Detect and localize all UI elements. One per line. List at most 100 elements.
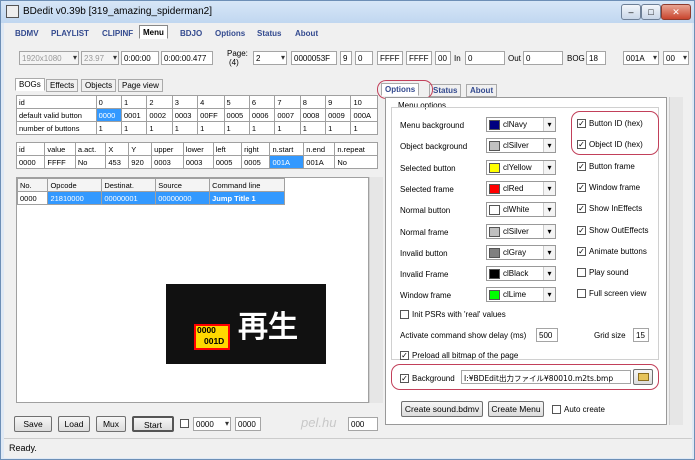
checkbox-box[interactable]: ✓ [577,204,586,214]
chevron-down-icon[interactable]: ▾ [543,288,555,302]
bottom-field-2[interactable]: 000 [348,417,378,431]
column-header[interactable]: Y [128,142,153,156]
column-header[interactable]: 3 [171,95,199,109]
column-header[interactable]: 6 [248,95,276,109]
bottom-select[interactable]: 0000 [193,417,231,431]
table-cell[interactable]: 00000000 [155,191,211,205]
checkbox-box[interactable] [400,310,409,319]
table-cell[interactable]: 0007 [274,108,301,122]
tab-bdjo[interactable]: BDJO [176,26,206,40]
maximize-button[interactable]: □ [641,4,661,20]
init-psrs-checkbox[interactable]: Init PSRs with 'real' values [400,310,506,319]
bog-row[interactable]: number of buttons 1 1 1 1 1 1 1 1 1 1 1 [16,121,378,135]
auto-create-checkbox[interactable]: Auto create [552,405,605,414]
tab-about[interactable]: About [291,26,322,40]
option-checkbox[interactable]: ✓ Show OutEffects [577,225,648,235]
table-cell[interactable]: 21810000 [47,191,103,205]
column-header[interactable]: id [16,95,97,109]
color-select[interactable]: clNavy ▾ [486,117,556,132]
table-cell[interactable]: 00000001 [101,191,157,205]
tab-panel-status[interactable]: Status [429,84,462,97]
color-select[interactable]: clYellow ▾ [486,159,556,175]
field-a[interactable]: 9 [340,51,352,65]
column-header[interactable]: upper [151,142,184,156]
table-cell[interactable]: 1 [197,121,225,135]
page-id-field[interactable]: 0000053F [291,51,337,65]
page-select[interactable]: 2 [253,51,287,65]
tab-menu[interactable]: Menu [139,25,168,39]
chevron-down-icon[interactable]: ▾ [543,267,555,281]
checkbox-box[interactable]: ✓ [577,246,586,256]
bog-table[interactable]: id 0 1 2 3 4 5 6 7 8 9 10 default valid button 0000 0… [16,95,378,135]
table-cell[interactable]: 0000 [16,191,49,205]
table-cell[interactable]: 0000 [15,155,46,169]
column-header[interactable]: right [241,142,271,156]
table-cell[interactable]: 1 [325,121,352,135]
tab-bdmv[interactable]: BDMV [11,26,43,40]
table-cell[interactable]: default valid button [16,108,97,122]
table-cell[interactable]: 0000 [95,108,123,122]
load-button[interactable]: Load [58,416,90,432]
checkbox-box[interactable] [577,289,586,299]
column-header[interactable]: 1 [120,95,148,109]
field-c[interactable]: FFFF [377,51,403,65]
table-cell[interactable]: 1 [171,121,199,135]
chevron-down-icon[interactable]: ▾ [543,203,555,217]
table-cell[interactable]: 001A [269,155,305,169]
table-cell[interactable]: 1 [146,121,173,135]
close-button[interactable]: ✕ [661,4,691,20]
column-header[interactable]: Source [155,178,211,192]
table-cell[interactable]: FFFF [44,155,76,169]
column-header[interactable]: n.repeat [334,142,378,156]
checkbox-box[interactable]: ✓ [400,351,409,360]
color-select[interactable]: clSilver ▾ [486,223,556,239]
out-field[interactable]: 0 [523,51,563,65]
tab-status[interactable]: Status [253,26,285,40]
table-cell[interactable]: 1 [274,121,301,135]
mux-button[interactable]: Mux [96,416,126,432]
framerate-select[interactable]: 23.97 [81,51,119,65]
column-header[interactable]: Opcode [47,178,103,192]
object-id-select[interactable]: 00 [663,51,689,65]
bog-field[interactable]: 18 [586,51,606,65]
option-checkbox[interactable]: Full screen view [577,289,646,299]
column-header[interactable]: lower [182,142,214,156]
table-cell[interactable]: 1 [248,121,276,135]
column-header[interactable]: 2 [146,95,173,109]
chevron-down-icon[interactable]: ▾ [543,245,555,259]
in-field[interactable]: 0 [465,51,505,65]
chevron-down-icon[interactable]: ▾ [543,118,555,131]
table-cell[interactable]: 000A [350,108,378,122]
table-cell[interactable]: 920 [128,155,153,169]
table-cell[interactable]: 0009 [325,108,352,122]
bottom-field[interactable]: 0000 [235,417,261,431]
column-header[interactable]: 5 [223,95,250,109]
table-cell[interactable]: 001A [303,155,336,169]
bog-row[interactable]: default valid button 0000 0001 0002 0003 00FF… [16,108,378,122]
table-cell[interactable]: 0003 [151,155,184,169]
table-cell[interactable]: 0005 [241,155,271,169]
table-cell[interactable]: 1 [223,121,250,135]
minimize-button[interactable]: – [621,4,641,20]
grid-size-field[interactable]: 15 [633,328,649,342]
color-select[interactable]: clSilver ▾ [486,138,556,154]
column-header[interactable]: Command line [209,178,285,192]
option-checkbox[interactable]: ✓ Window frame [577,182,640,192]
checkbox-box[interactable]: ✓ [577,225,586,235]
tab-effects[interactable]: Effects [46,79,79,92]
column-header[interactable]: X [105,142,130,156]
options-scrollbar[interactable] [669,97,683,425]
color-select[interactable]: clBlack ▾ [486,266,556,282]
chevron-down-icon[interactable]: ▾ [543,160,555,174]
checkbox-box[interactable] [577,268,586,278]
column-header[interactable]: value [44,142,76,156]
create-sound-button[interactable]: Create sound.bdmv [401,401,483,417]
resolution-select[interactable]: 1920x1080 [19,51,79,65]
table-cell[interactable]: Jump Title 1 [209,191,285,205]
option-checkbox[interactable]: ✓ Show InEffects [577,204,642,214]
color-select[interactable]: clLime ▾ [486,287,556,303]
checkbox-box[interactable]: ✓ [577,182,586,192]
tab-bogs[interactable]: BOGs [15,78,45,91]
column-header[interactable]: left [212,142,243,156]
table-cell[interactable]: 0008 [299,108,327,122]
